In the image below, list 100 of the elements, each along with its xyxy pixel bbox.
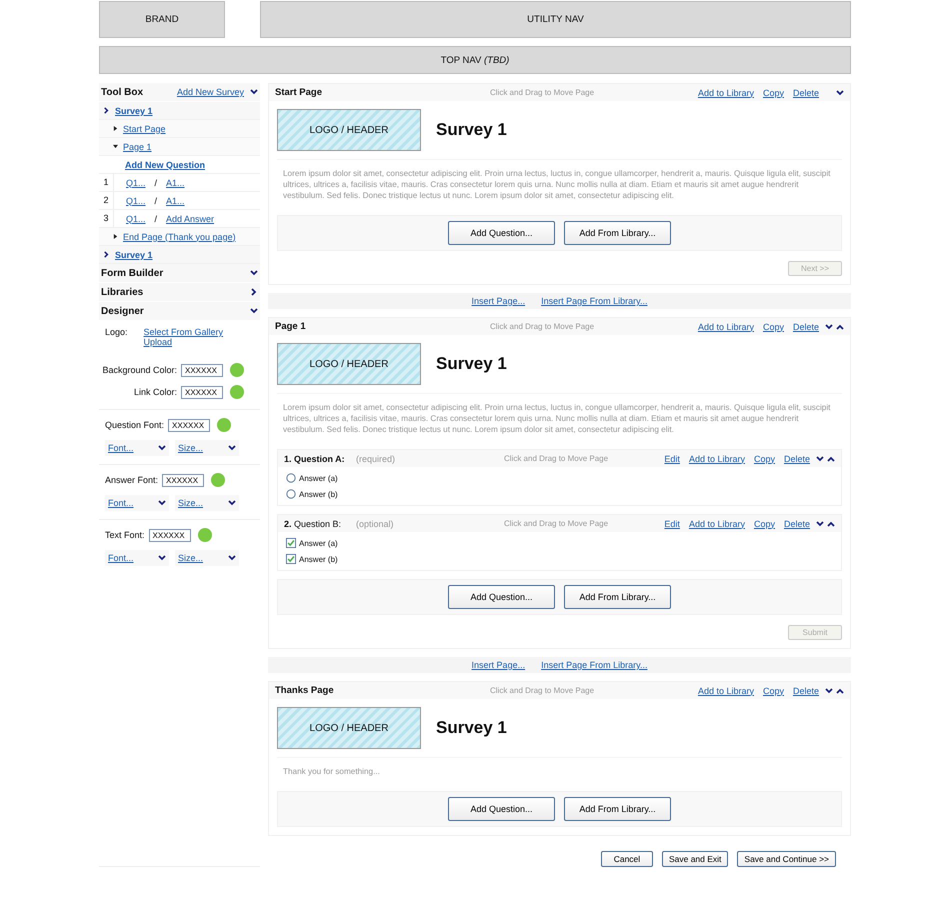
add-button[interactable]: Add From Library... xyxy=(564,797,671,821)
section-title[interactable]: Designer xyxy=(101,306,144,316)
chevron-icon[interactable] xyxy=(158,554,166,562)
answer-link[interactable]: Add Answer xyxy=(166,214,214,224)
survey-link[interactable]: Survey 1 xyxy=(115,106,153,116)
move-down-icon[interactable] xyxy=(836,88,844,96)
move-up-icon[interactable] xyxy=(836,686,844,694)
chevron-icon[interactable] xyxy=(158,444,166,452)
insert-link[interactable]: Insert Page... xyxy=(472,660,526,670)
chevron-icon[interactable] xyxy=(250,88,258,96)
answer-link[interactable]: A1... xyxy=(166,196,185,206)
move-down-icon[interactable] xyxy=(825,686,833,694)
insert-link[interactable]: Insert Page... xyxy=(472,296,526,306)
move-up-icon[interactable] xyxy=(836,322,844,330)
add-question-link[interactable]: Add New Question xyxy=(125,160,206,170)
footer-button[interactable]: Save and Exit xyxy=(662,851,728,867)
logo-link[interactable]: Upload xyxy=(144,337,224,347)
add-button[interactable]: Add Question... xyxy=(448,797,555,821)
answer-link[interactable]: A1... xyxy=(166,178,185,188)
chevron-icon[interactable] xyxy=(228,444,236,452)
chevron-icon[interactable] xyxy=(228,554,236,562)
checkbox[interactable] xyxy=(286,554,296,564)
page-action-link[interactable]: Delete xyxy=(792,322,819,332)
move-down-icon[interactable] xyxy=(825,322,833,330)
question-action-link[interactable]: Edit xyxy=(664,518,680,528)
page-action-link[interactable]: Copy xyxy=(762,88,784,98)
utility-nav[interactable]: UTILITY NAV xyxy=(260,1,851,38)
page-link[interactable]: Page 1 xyxy=(123,142,152,152)
page-action-link[interactable]: Add to Library xyxy=(698,88,754,98)
brand-logo[interactable]: BRAND xyxy=(99,1,225,38)
question-action-link[interactable]: Delete xyxy=(784,518,810,528)
move-up-icon[interactable] xyxy=(827,454,835,462)
chevron-icon[interactable] xyxy=(103,107,110,114)
page-action-link[interactable]: Add to Library xyxy=(698,686,754,696)
color-dot[interactable] xyxy=(198,528,212,542)
radio-button[interactable] xyxy=(286,489,296,499)
color-input[interactable]: XXXXXX xyxy=(168,418,210,432)
checkbox[interactable] xyxy=(286,538,296,548)
color-dot[interactable] xyxy=(211,473,226,487)
font-dropdown[interactable]: Font... xyxy=(105,440,169,456)
page-link[interactable]: Start Page xyxy=(123,124,166,134)
triangle-icon[interactable] xyxy=(113,144,118,149)
page-action-link[interactable]: Copy xyxy=(762,322,784,332)
page-action-link[interactable]: Copy xyxy=(762,686,784,696)
question-action-link[interactable]: Copy xyxy=(754,454,775,464)
footer-button[interactable]: Save and Continue >> xyxy=(737,851,836,867)
chevron-icon[interactable] xyxy=(103,251,110,258)
add-survey-link[interactable]: Add New Survey xyxy=(176,87,244,97)
add-button[interactable]: Add From Library... xyxy=(564,221,671,245)
page-action-link[interactable]: Delete xyxy=(792,686,819,696)
font-dropdown[interactable]: Font... xyxy=(105,495,169,511)
top-nav[interactable]: TOP NAV (TBD) xyxy=(99,46,851,74)
question-note: (required) xyxy=(356,454,396,464)
color-input[interactable]: XXXXXX xyxy=(181,364,223,376)
logo-link[interactable]: Select From Gallery xyxy=(144,327,224,337)
triangle-icon[interactable] xyxy=(113,234,118,239)
size-dropdown[interactable]: Size... xyxy=(175,440,239,456)
add-button[interactable]: Add Question... xyxy=(448,221,555,245)
page-action-link[interactable]: Add to Library xyxy=(698,322,754,332)
color-input[interactable]: XXXXXX xyxy=(181,386,223,398)
insert-link[interactable]: Insert Page From Library... xyxy=(541,296,648,306)
question-link[interactable]: Q1... xyxy=(126,196,146,206)
logo-placeholder[interactable]: LOGO / HEADER xyxy=(277,707,421,749)
chevron-icon[interactable] xyxy=(250,288,258,296)
triangle-icon[interactable] xyxy=(113,126,118,131)
question-link[interactable]: Q1... xyxy=(126,214,146,224)
size-dropdown[interactable]: Size... xyxy=(175,550,239,566)
color-input[interactable]: XXXXXX xyxy=(148,528,191,542)
question-action-link[interactable]: Edit xyxy=(664,454,680,464)
chevron-icon[interactable] xyxy=(250,307,258,315)
move-up-icon[interactable] xyxy=(827,520,835,528)
size-dropdown[interactable]: Size... xyxy=(175,495,239,511)
question-link[interactable]: Q1... xyxy=(126,178,146,188)
add-button[interactable]: Add Question... xyxy=(448,585,555,609)
add-button[interactable]: Add From Library... xyxy=(564,585,671,609)
color-dot[interactable] xyxy=(217,418,232,432)
question-action-link[interactable]: Delete xyxy=(784,454,810,464)
radio-button[interactable] xyxy=(286,473,296,483)
section-title[interactable]: Libraries xyxy=(101,286,144,298)
font-dropdown[interactable]: Font... xyxy=(105,550,169,566)
question-action-link[interactable]: Copy xyxy=(754,518,775,528)
question-action-link[interactable]: Add to Library xyxy=(688,518,745,528)
chevron-icon[interactable] xyxy=(250,269,258,277)
footer-button[interactable]: Cancel xyxy=(600,851,653,867)
logo-placeholder[interactable]: LOGO / HEADER xyxy=(277,109,421,151)
survey-link[interactable]: Survey 1 xyxy=(115,250,153,260)
font-label: Question Font: xyxy=(105,420,164,430)
question-action-link[interactable]: Add to Library xyxy=(688,454,745,464)
insert-link[interactable]: Insert Page From Library... xyxy=(541,660,648,670)
question-number: 3 xyxy=(99,210,114,227)
chevron-icon[interactable] xyxy=(228,499,236,507)
move-down-icon[interactable] xyxy=(816,454,824,462)
logo-placeholder[interactable]: LOGO / HEADER xyxy=(277,343,421,385)
color-dot[interactable] xyxy=(230,363,244,377)
color-input[interactable]: XXXXXX xyxy=(162,474,204,486)
color-dot[interactable] xyxy=(230,385,244,399)
page-action-link[interactable]: Delete xyxy=(792,88,819,98)
chevron-icon[interactable] xyxy=(158,499,166,507)
survey-title: Survey 1 xyxy=(436,718,507,738)
move-down-icon[interactable] xyxy=(816,520,824,528)
